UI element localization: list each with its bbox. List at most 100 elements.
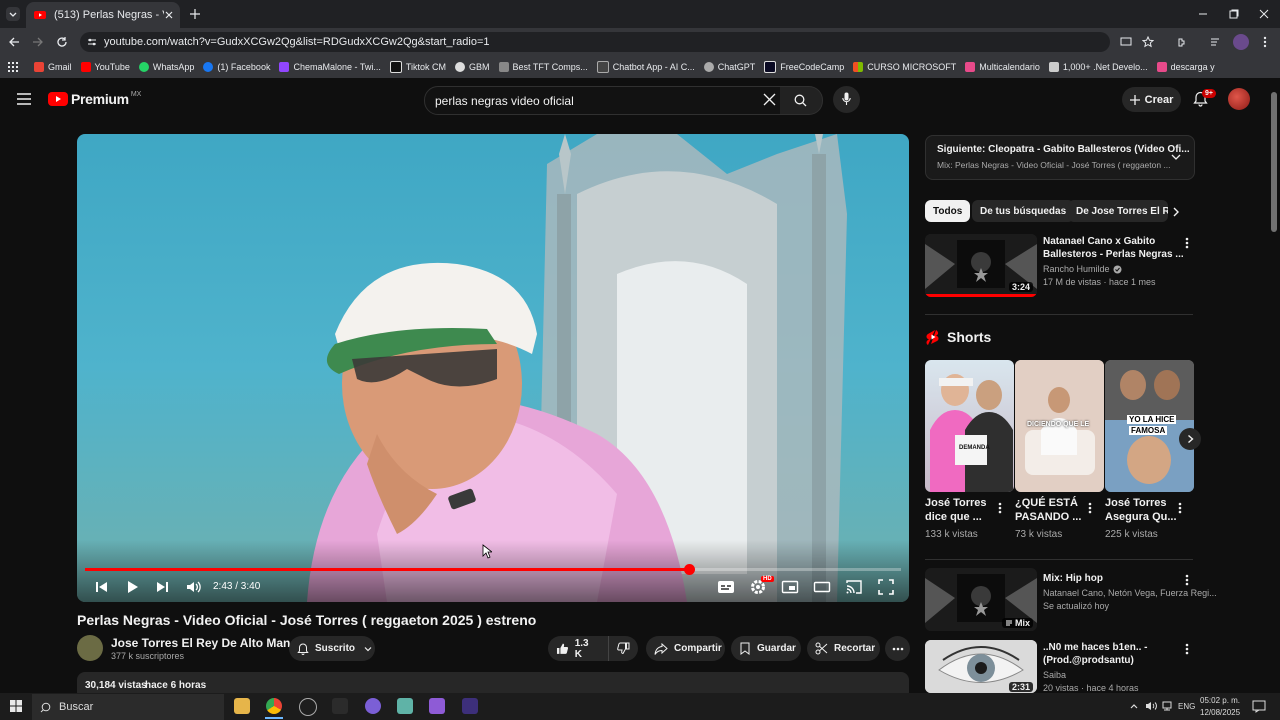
subtitles-icon[interactable]	[717, 578, 735, 596]
notification-center-icon[interactable]	[1252, 699, 1266, 713]
youtube-premium-logo[interactable]: Premium MX	[48, 91, 141, 107]
more-vertical-icon[interactable]	[1185, 643, 1189, 655]
chip-from-channel[interactable]: De Jose Torres El R	[1068, 200, 1168, 222]
clip-button[interactable]: Recortar	[807, 636, 880, 661]
discord-icon[interactable]	[365, 698, 381, 714]
create-button[interactable]: Crear	[1122, 87, 1181, 112]
apps-grid-icon[interactable]	[8, 62, 18, 72]
bookmark-facebook[interactable]: (1) Facebook	[203, 62, 270, 72]
chip-all[interactable]: Todos	[925, 200, 971, 222]
page-scrollbar-thumb[interactable]	[1271, 92, 1277, 232]
video-player[interactable]	[77, 134, 909, 602]
share-button[interactable]: Compartir	[646, 636, 725, 661]
like-button[interactable]: 1.3 K	[548, 636, 609, 661]
notepad-icon[interactable]	[397, 698, 413, 714]
minimize-icon[interactable]	[1198, 9, 1208, 19]
mix-title[interactable]: Mix: Hip hop	[1043, 572, 1103, 585]
clear-search-icon[interactable]	[763, 93, 776, 106]
bookmark-whatsapp[interactable]: WhatsApp	[138, 62, 194, 72]
next-icon[interactable]	[153, 578, 171, 596]
bookmark-freecodecamp[interactable]: FreeCodeCamp	[764, 61, 844, 73]
close-tab-icon[interactable]	[164, 10, 174, 20]
forward-icon[interactable]	[32, 36, 44, 48]
theater-mode-icon[interactable]	[813, 578, 831, 596]
restore-icon[interactable]	[1229, 9, 1239, 19]
bookmark-tft[interactable]: Best TFT Comps...	[498, 62, 588, 72]
bookmark-gbm[interactable]: GBM	[455, 62, 490, 72]
language-indicator[interactable]: ENG	[1178, 702, 1195, 711]
channel-avatar[interactable]	[77, 635, 103, 661]
subscribed-button[interactable]: Suscrito	[289, 636, 375, 661]
rec-thumbnail-3[interactable]: 2:31	[925, 640, 1037, 693]
channel-name[interactable]: Jose Torres El Rey De Alto Mando	[111, 636, 305, 650]
bookmark-net[interactable]: 1,000+ .Net Develo...	[1048, 62, 1148, 72]
rec-thumbnail[interactable]: 3:24	[925, 234, 1037, 297]
obs-icon[interactable]	[299, 698, 317, 716]
address-bar[interactable]: youtube.com/watch?v=GudxXCGw2Qg&list=RDG…	[80, 32, 1110, 52]
more-vertical-icon[interactable]	[1185, 237, 1189, 249]
search-button[interactable]	[780, 86, 823, 115]
site-info-icon[interactable]	[87, 37, 97, 47]
chip-from-searches[interactable]: De tus búsquedas	[972, 200, 1075, 222]
back-icon[interactable]	[8, 36, 20, 48]
terminal-icon[interactable]	[462, 698, 478, 714]
short-thumbnail-2[interactable]: DICIENDO QUE LE	[1015, 360, 1104, 492]
bookmark-youtube[interactable]: YouTube	[80, 62, 130, 72]
more-vertical-icon[interactable]	[998, 502, 1002, 514]
play-icon[interactable]	[123, 578, 141, 596]
mix-thumbnail[interactable]: Mix	[925, 568, 1037, 631]
voice-search-button[interactable]	[833, 86, 860, 113]
bookmark-twitch[interactable]: ChemaMalone - Twi...	[279, 62, 381, 72]
shorts-next-button[interactable]	[1179, 428, 1201, 450]
more-actions-button[interactable]	[885, 636, 910, 661]
short-thumbnail-3[interactable]: YO LA HICE FAMOSA	[1105, 360, 1194, 492]
taskbar-clock[interactable]: 05:02 p. m. 12/08/2025	[1200, 695, 1240, 719]
hamburger-menu-icon[interactable]	[17, 93, 31, 105]
fullscreen-icon[interactable]	[877, 578, 895, 596]
profile-avatar[interactable]	[1233, 34, 1249, 50]
more-vertical-icon[interactable]	[1088, 502, 1092, 514]
short-3-title[interactable]: José Torres Asegura Qu...	[1105, 496, 1177, 524]
short-1-title[interactable]: José Torres dice que ...	[925, 496, 997, 524]
bookmark-star-icon[interactable]	[1142, 36, 1154, 48]
volume-icon[interactable]	[185, 578, 203, 596]
rec-3-title[interactable]: ..N0 me haces b1en.. - (Prod.@prodsantu)	[1043, 641, 1148, 667]
bookmark-tiktok[interactable]: Tiktok CM	[389, 61, 446, 73]
visual-studio-icon[interactable]	[429, 698, 445, 714]
close-window-icon[interactable]	[1259, 9, 1269, 19]
tab-search-button[interactable]	[6, 7, 20, 21]
browser-tab-active[interactable]: (513) Perlas Negras - Video Ofic	[26, 2, 180, 28]
previous-icon[interactable]	[93, 578, 111, 596]
miniplayer-icon[interactable]	[781, 578, 799, 596]
app-icon[interactable]	[332, 698, 348, 714]
chevron-right-icon[interactable]	[1172, 206, 1180, 218]
rec-channel[interactable]: Rancho Humilde	[1043, 264, 1122, 274]
short-thumbnail-1[interactable]: DEMANDA	[925, 360, 1014, 492]
short-2-title[interactable]: ¿QUÉ ESTÁ PASANDO ...	[1015, 496, 1087, 524]
new-tab-icon[interactable]	[189, 8, 201, 20]
install-app-icon[interactable]	[1120, 36, 1132, 48]
bookmark-microsoft[interactable]: CURSO MICROSOFT	[853, 62, 956, 72]
account-avatar[interactable]	[1228, 88, 1250, 110]
playlist-next-panel[interactable]: Siguiente: Cleopatra - Gabito Ballestero…	[925, 135, 1195, 180]
speaker-icon[interactable]	[1145, 700, 1157, 712]
reload-icon[interactable]	[56, 36, 68, 48]
bookmark-multicalendario[interactable]: Multicalendario	[965, 62, 1040, 72]
search-input[interactable]: perlas negras video oficial	[424, 86, 782, 115]
cast-icon[interactable]	[845, 578, 863, 596]
windows-start-icon[interactable]	[10, 700, 22, 712]
chevron-up-icon[interactable]	[1129, 701, 1139, 711]
chevron-down-icon[interactable]	[1170, 152, 1182, 162]
bookmark-chatgpt[interactable]: ChatGPT	[703, 62, 755, 72]
media-control-icon[interactable]	[1210, 36, 1222, 48]
browser-menu-icon[interactable]	[1262, 36, 1268, 48]
rec-3-channel[interactable]: Saiba	[1043, 670, 1066, 680]
more-vertical-icon[interactable]	[1185, 574, 1189, 586]
save-button[interactable]: Guardar	[731, 636, 801, 661]
file-explorer-icon[interactable]	[234, 698, 250, 714]
dislike-button[interactable]	[609, 636, 638, 661]
chrome-icon[interactable]	[266, 698, 282, 714]
bookmark-chatbot[interactable]: Chatbot App - AI C...	[596, 61, 695, 73]
network-icon[interactable]	[1161, 700, 1173, 712]
taskbar-search[interactable]: Buscar	[32, 694, 224, 720]
